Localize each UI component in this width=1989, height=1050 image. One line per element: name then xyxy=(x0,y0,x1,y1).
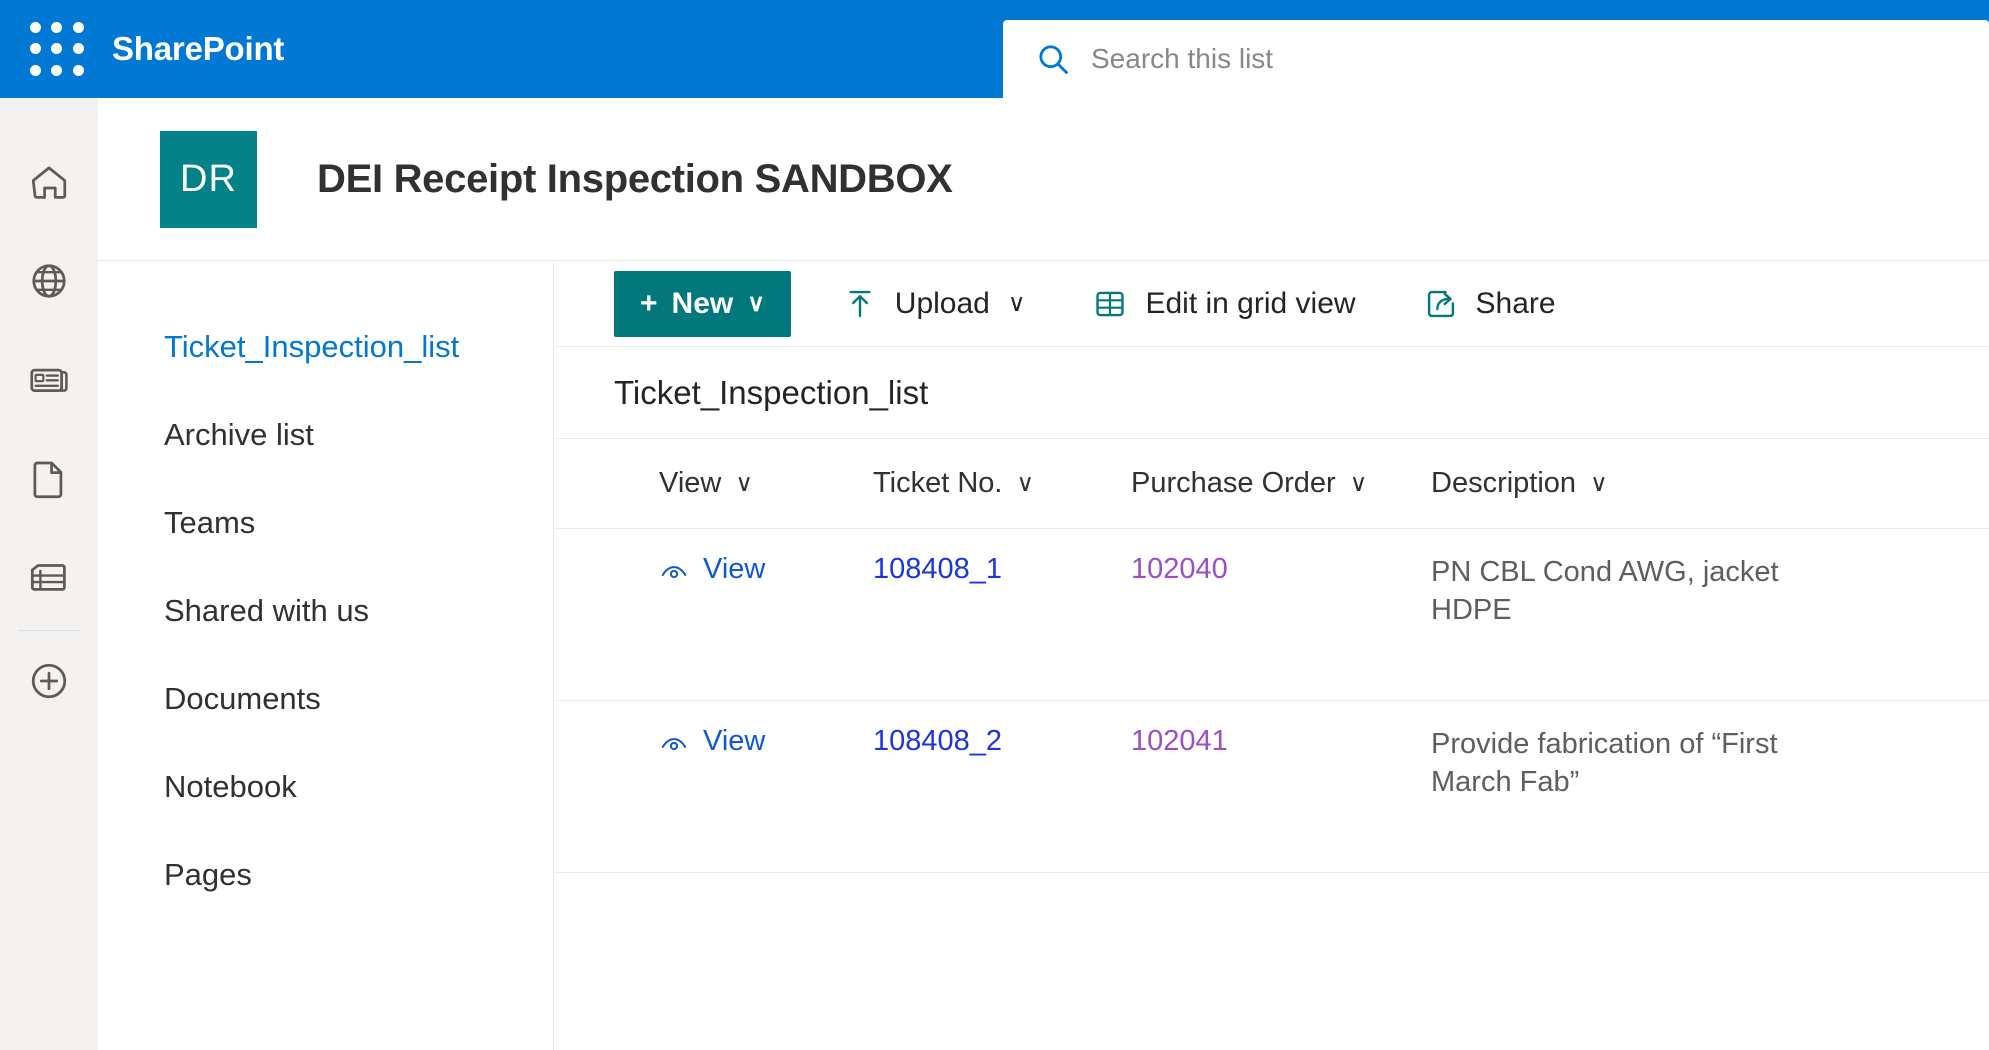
nav-item-shared-with-us[interactable]: Shared with us xyxy=(98,567,553,655)
grid-icon xyxy=(1096,291,1125,316)
share-button-label: Share xyxy=(1475,286,1556,320)
news-icon xyxy=(30,368,68,392)
plus-circle-icon xyxy=(31,663,67,698)
share-icon xyxy=(1427,290,1454,317)
waffle-grid-icon[interactable] xyxy=(28,20,86,78)
plus-icon: + xyxy=(640,286,658,320)
ticket-no-link[interactable]: 108408_2 xyxy=(873,725,1131,872)
rail-item-home[interactable] xyxy=(0,132,98,231)
nav-item-label: Notebook xyxy=(164,769,297,804)
site-header: DR DEI Receipt Inspection SANDBOX xyxy=(98,98,1989,261)
lists-icon xyxy=(30,563,66,591)
table-row[interactable]: View 108408_1 102040 PN CBL Cond AWG, ja… xyxy=(555,529,1989,701)
eye-icon xyxy=(661,738,687,751)
nav-item-documents[interactable]: Documents xyxy=(98,655,553,743)
waffle-dot xyxy=(51,43,63,55)
suite-bar: SharePoint xyxy=(0,0,1989,98)
purchase-order-link[interactable]: 102040 xyxy=(1131,553,1431,700)
nav-item-label: Documents xyxy=(164,681,321,716)
search-box[interactable] xyxy=(1003,20,1989,98)
view-link-label: View xyxy=(703,553,766,585)
chevron-down-icon: ∨ xyxy=(747,289,765,317)
ticket-no-link[interactable]: 108408_1 xyxy=(873,553,1131,700)
edit-in-grid-view-button[interactable]: Edit in grid view xyxy=(1077,271,1371,337)
chevron-down-icon: ∨ xyxy=(1016,469,1035,497)
nav-item-archive-list[interactable]: Archive list xyxy=(98,391,553,479)
nav-item-label: Shared with us xyxy=(164,593,370,628)
upload-button-label: Upload xyxy=(894,286,990,320)
column-header-description[interactable]: Description ∨ xyxy=(1431,467,1851,500)
home-icon xyxy=(31,166,67,199)
description-cell: Provide fabrication of “First March Fab” xyxy=(1431,728,1778,798)
column-header-ticket-no[interactable]: Ticket No. ∨ xyxy=(873,467,1131,500)
table-row[interactable]: View 108408_2 102041 Provide fabrication… xyxy=(555,701,1989,873)
column-header-view[interactable]: View ∨ xyxy=(555,467,873,500)
share-button[interactable]: Share xyxy=(1408,271,1572,337)
nav-item-teams[interactable]: Teams xyxy=(98,479,553,567)
list-title-row: Ticket_Inspection_list xyxy=(555,347,1989,439)
waffle-dot xyxy=(29,65,41,77)
suite-brand[interactable]: SharePoint xyxy=(112,30,284,68)
chevron-down-icon: ∨ xyxy=(1007,289,1026,317)
new-button[interactable]: + New ∨ xyxy=(614,270,791,337)
chevron-down-icon: ∨ xyxy=(735,469,753,497)
purchase-order-link[interactable]: 102041 xyxy=(1131,725,1431,872)
nav-item-notebook[interactable]: Notebook xyxy=(98,743,553,831)
nav-item-pages[interactable]: Pages xyxy=(98,831,553,919)
rail-item-my-sites[interactable] xyxy=(0,231,98,330)
eye-icon xyxy=(661,566,687,579)
edit-in-grid-view-label: Edit in grid view xyxy=(1145,286,1356,320)
rail-item-news[interactable] xyxy=(0,330,98,429)
view-link[interactable]: View xyxy=(555,553,873,700)
main-content: + New ∨ Upload ∨ Edit in grid view Share… xyxy=(555,261,1989,1050)
column-header-purchase-order[interactable]: Purchase Order ∨ xyxy=(1131,467,1431,500)
page-title: DEI Receipt Inspection SANDBOX xyxy=(317,156,953,201)
rail-item-lists[interactable] xyxy=(0,528,98,627)
column-header-label: Purchase Order xyxy=(1131,467,1336,499)
new-button-label: New xyxy=(671,286,734,320)
waffle-dot xyxy=(29,43,41,55)
column-header-label: Ticket No. xyxy=(873,467,1003,499)
description-cell: PN CBL Cond AWG, jacket HDPE xyxy=(1431,556,1779,626)
waffle-dot xyxy=(73,21,85,33)
column-header-label: Description xyxy=(1431,467,1577,499)
app-rail xyxy=(0,98,98,1050)
rail-item-create[interactable] xyxy=(0,631,98,730)
table-header-row: View ∨ Ticket No. ∨ Purchase Order ∨ Des… xyxy=(555,439,1989,529)
globe-icon xyxy=(32,263,66,298)
search-input[interactable] xyxy=(1091,43,1891,75)
nav-item-label: Teams xyxy=(164,505,256,540)
waffle-dot xyxy=(29,21,41,33)
chevron-down-icon: ∨ xyxy=(1349,469,1368,497)
upload-icon xyxy=(849,290,871,317)
nav-item-label: Ticket_Inspection_list xyxy=(164,329,460,364)
nav-item-label: Archive list xyxy=(164,417,314,452)
upload-button[interactable]: Upload ∨ xyxy=(827,271,1042,337)
column-header-label: View xyxy=(659,467,722,499)
list-table: View ∨ Ticket No. ∨ Purchase Order ∨ Des… xyxy=(555,439,1989,873)
nav-item-label: Pages xyxy=(164,857,252,892)
rail-item-files[interactable] xyxy=(0,429,98,528)
waffle-dot xyxy=(73,65,85,77)
document-icon xyxy=(33,461,63,498)
list-title: Ticket_Inspection_list xyxy=(614,373,929,411)
chevron-down-icon: ∨ xyxy=(1590,469,1608,497)
left-nav: Ticket_Inspection_list Archive list Team… xyxy=(98,261,554,1050)
view-link-label: View xyxy=(703,725,766,757)
waffle-dot xyxy=(73,43,85,55)
search-icon xyxy=(1039,45,1068,74)
nav-item-ticket-inspection-list[interactable]: Ticket_Inspection_list xyxy=(98,303,553,391)
waffle-dot xyxy=(51,21,63,33)
site-logo[interactable]: DR xyxy=(160,130,257,228)
view-link[interactable]: View xyxy=(555,725,873,872)
command-bar: + New ∨ Upload ∨ Edit in grid view Share xyxy=(555,261,1989,347)
waffle-dot xyxy=(51,65,63,77)
